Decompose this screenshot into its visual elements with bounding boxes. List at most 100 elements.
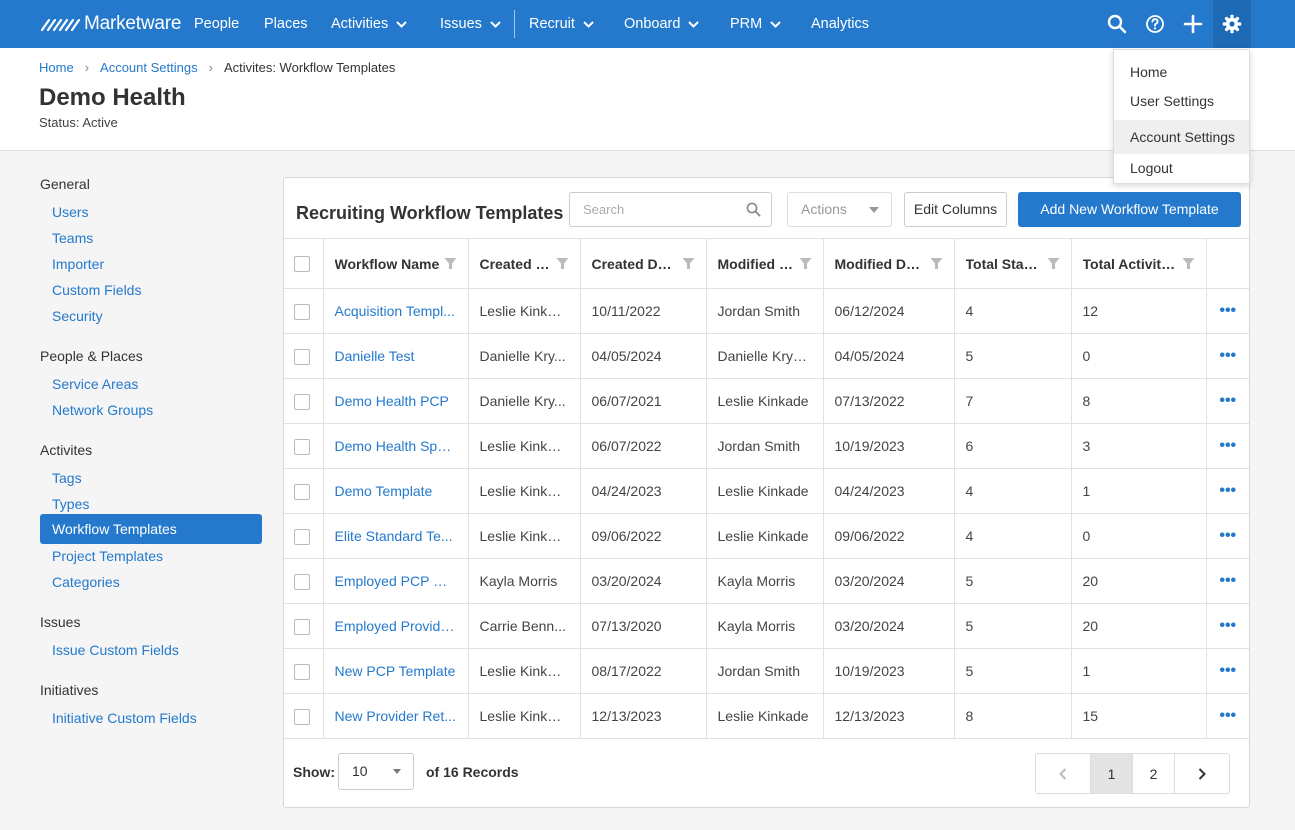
search-input[interactable] [583,202,743,217]
sidebar-item-network-groups[interactable]: Network Groups [40,399,262,429]
nav-places[interactable]: Places [264,16,308,32]
table-row[interactable]: New Provider Ret... Leslie Kinkade 12/13/2… [284,693,1249,739]
row-checkbox[interactable] [294,528,310,545]
sidebar-item-categories[interactable]: Categories [40,571,262,601]
actions-dropdown[interactable]: Actions [787,192,892,227]
next-page-button[interactable] [1175,754,1229,793]
breadcrumb-account-settings[interactable]: Account Settings [100,60,198,75]
column-header-workflow-name[interactable]: Workflow Name [323,238,469,289]
table-cell: 20 [1071,603,1207,649]
table-row[interactable]: Demo Health Spe... Leslie Kinkade 06/07/20… [284,423,1249,469]
row-menu-cell: ••• [1206,468,1249,514]
workflow-name-link[interactable]: Elite Standard Te... [323,513,469,559]
brand-logo[interactable]: Marketware [40,13,181,35]
nav-recruit[interactable]: Recruit [529,16,594,32]
column-header-created-by[interactable]: Created By [468,238,581,289]
add-workflow-template-button[interactable]: Add New Workflow Template [1018,192,1241,227]
filter-icon[interactable] [1182,257,1195,270]
page-button-1[interactable]: 1 [1091,754,1133,793]
row-checkbox[interactable] [294,303,310,320]
table-row[interactable]: Danielle Test Danielle Kry... 04/05/2024 Da… [284,333,1249,379]
row-checkbox[interactable] [294,438,310,455]
filter-icon[interactable] [1047,257,1060,270]
nav-issues[interactable]: Issues [440,16,501,32]
workflow-name-link[interactable]: Demo Health PCP [323,378,469,424]
nav-prm[interactable]: PRM [730,16,781,32]
workflow-name-link[interactable]: New PCP Template [323,648,469,694]
table-cell: 09/06/2022 [823,513,955,559]
nav-analytics[interactable]: Analytics [811,16,869,32]
row-checkbox[interactable] [294,483,310,500]
search-icon[interactable] [1107,14,1127,34]
table-row[interactable]: New PCP Template Leslie Kinkade 08/17/2022… [284,648,1249,694]
column-header-total-stages[interactable]: Total Stages [954,238,1072,289]
row-checkbox[interactable] [294,348,310,365]
nav-onboard[interactable]: Onboard [624,16,700,32]
row-checkbox[interactable] [294,663,310,680]
workflow-name-link[interactable]: Demo Health Spe... [323,423,469,469]
workflow-name-link[interactable]: Employed Provide... [323,603,469,649]
more-options-icon[interactable]: ••• [1219,482,1236,499]
menu-item-logout[interactable]: Logout [1114,153,1249,183]
nav-activities[interactable]: Activities [331,16,407,32]
menu-item-account-settings[interactable]: Account Settings [1114,120,1249,154]
filter-icon[interactable] [444,257,457,270]
actions-label: Actions [801,201,847,217]
workflow-name-link[interactable]: Acquisition Templ... [323,288,469,334]
page-button-2[interactable]: 2 [1133,754,1175,793]
filter-icon[interactable] [556,257,569,270]
sidebar-item-workflow-templates[interactable]: Workflow Templates [40,514,262,544]
more-options-icon[interactable]: ••• [1219,392,1236,409]
sidebar-item-issue-custom-fields[interactable]: Issue Custom Fields [40,639,262,669]
row-checkbox[interactable] [294,573,310,590]
sidebar-item-security[interactable]: Security [40,305,262,335]
more-options-icon[interactable]: ••• [1219,347,1236,364]
workflow-name-link[interactable]: New Provider Ret... [323,693,469,739]
settings-button[interactable] [1213,0,1251,48]
table-row[interactable]: Acquisition Templ... Leslie Kinkade 10/11/… [284,288,1249,334]
filter-icon[interactable] [930,257,943,270]
row-select-cell [284,468,324,514]
more-options-icon[interactable]: ••• [1219,437,1236,454]
row-checkbox[interactable] [294,393,310,410]
table-row[interactable]: Elite Standard Te... Leslie Kinkade 09/06/… [284,513,1249,559]
help-icon[interactable] [1145,14,1165,34]
filter-icon[interactable] [799,257,812,270]
menu-item-user-settings[interactable]: User Settings [1114,86,1249,116]
table-cell: 08/17/2022 [580,648,707,694]
more-options-icon[interactable]: ••• [1219,617,1236,634]
more-options-icon[interactable]: ••• [1219,572,1236,589]
more-options-icon[interactable]: ••• [1219,662,1236,679]
table-row[interactable]: Demo Template Leslie Kinkade 04/24/2023 Les… [284,468,1249,514]
column-header-total-activities[interactable]: Total Activities [1071,238,1207,289]
table-cell: 7 [954,378,1072,424]
more-options-icon[interactable]: ••• [1219,527,1236,544]
sidebar-item-initiative-custom-fields[interactable]: Initiative Custom Fields [40,707,262,737]
column-header-modified-date[interactable]: Modified Date [823,238,955,289]
column-header-created-date[interactable]: Created Date [580,238,707,289]
menu-item-home[interactable]: Home [1114,57,1249,87]
breadcrumb-home[interactable]: Home [39,60,74,75]
select-all-checkbox[interactable] [294,256,310,273]
row-checkbox[interactable] [294,708,310,725]
column-header-modified-by[interactable]: Modified By [706,238,824,289]
workflow-name-link[interactable]: Danielle Test [323,333,469,379]
nav-people[interactable]: People [194,16,239,32]
edit-columns-button[interactable]: Edit Columns [904,192,1007,227]
table-row[interactable]: Employed Provide... Carrie Benn... 07/13/2… [284,603,1249,649]
row-select-cell [284,288,324,334]
more-options-icon[interactable]: ••• [1219,302,1236,319]
breadcrumb: Home › Account Settings › Activites: Wor… [39,60,395,75]
filter-icon[interactable] [682,257,695,270]
row-menu-cell: ••• [1206,423,1249,469]
more-options-icon[interactable]: ••• [1219,707,1236,724]
prev-page-button[interactable] [1036,754,1091,793]
row-checkbox[interactable] [294,618,310,635]
search-icon[interactable] [746,202,761,217]
workflow-name-link[interactable]: Employed PCP Re... [323,558,469,604]
plus-icon[interactable] [1183,14,1203,34]
table-row[interactable]: Employed PCP Re... Kayla Morris 03/20/2024… [284,558,1249,604]
page-size-select[interactable]: 10 [338,753,414,790]
workflow-name-link[interactable]: Demo Template [323,468,469,514]
table-row[interactable]: Demo Health PCP Danielle Kry... 06/07/2021… [284,378,1249,424]
